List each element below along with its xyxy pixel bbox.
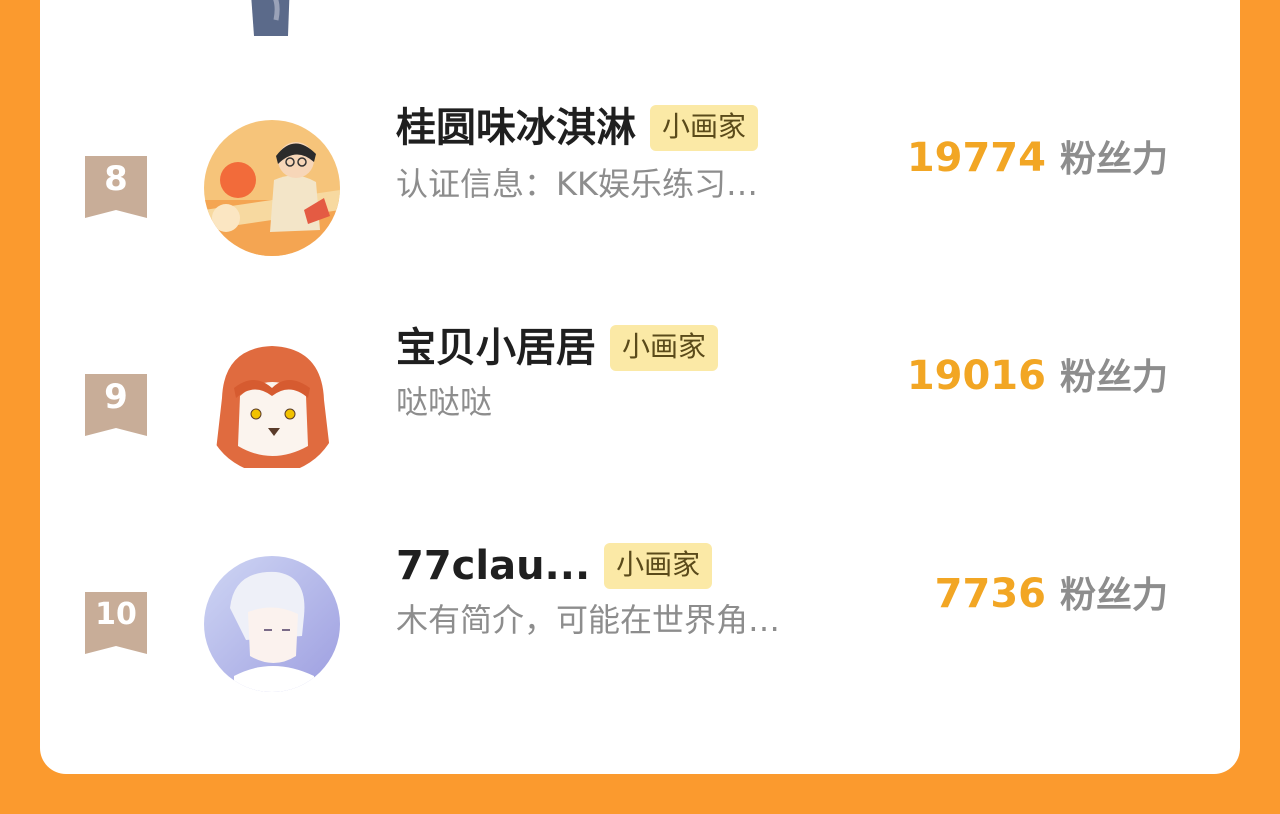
rank-badge: 8 — [85, 156, 147, 218]
name-line: 桂圆味冰淇淋 小画家 — [396, 102, 759, 154]
role-tag: 小画家 — [650, 105, 759, 151]
list-item[interactable]: 8 桂圆味冰淇淋 小画家 认证信息：KK娱乐练习… 19774 粉丝力 — [40, 105, 1240, 268]
user-description: 木有简介，可能在世界角… — [396, 601, 781, 639]
rank-badge: 9 — [85, 374, 147, 436]
fans-label: 粉丝力 — [1059, 357, 1168, 398]
avatar[interactable] — [204, 338, 340, 474]
fans-number: 19016 — [906, 353, 1046, 399]
user-name[interactable]: 宝贝小居居 — [396, 322, 596, 374]
rank-number: 8 — [104, 159, 128, 199]
fans-count: 19774 粉丝力 — [907, 130, 1168, 182]
name-line: 77clau... 小画家 — [396, 540, 713, 592]
user-name[interactable]: 桂圆味冰淇淋 — [396, 102, 636, 154]
fans-number: 7736 — [934, 571, 1046, 617]
role-tag: 小画家 — [610, 325, 719, 371]
fans-count: 7736 粉丝力 — [935, 566, 1168, 618]
fans-count: 19016 粉丝力 — [907, 348, 1168, 400]
user-description: 认证信息：KK娱乐练习… — [396, 165, 758, 203]
fans-label: 粉丝力 — [1059, 139, 1168, 180]
user-name[interactable]: 77clau... — [396, 540, 590, 592]
partial-list-item[interactable]: 咻 — [40, 0, 1240, 40]
rank-number: 10 — [95, 597, 137, 632]
partial-avatar[interactable] — [210, 0, 346, 36]
role-tag: 小画家 — [604, 543, 713, 589]
avatar[interactable] — [204, 120, 340, 256]
list-item[interactable]: 10 77clau... 小画家 木有简介，可能在世界角… 7736 粉丝力 — [40, 543, 1240, 704]
fans-label: 粉丝力 — [1059, 575, 1168, 616]
user-description: 哒哒哒 — [396, 383, 493, 421]
name-line: 宝贝小居居 小画家 — [396, 322, 719, 374]
ranking-card: 咻 8 桂圆味冰淇淋 — [40, 0, 1240, 774]
partial-desc: 咻 — [396, 0, 428, 2]
avatar[interactable] — [204, 556, 340, 692]
rank-badge: 10 — [85, 592, 147, 654]
rank-number: 9 — [104, 377, 128, 417]
list-item[interactable]: 9 宝贝小居居 小画家 哒哒哒 19016 粉丝力 — [40, 325, 1240, 486]
fans-number: 19774 — [906, 135, 1046, 181]
